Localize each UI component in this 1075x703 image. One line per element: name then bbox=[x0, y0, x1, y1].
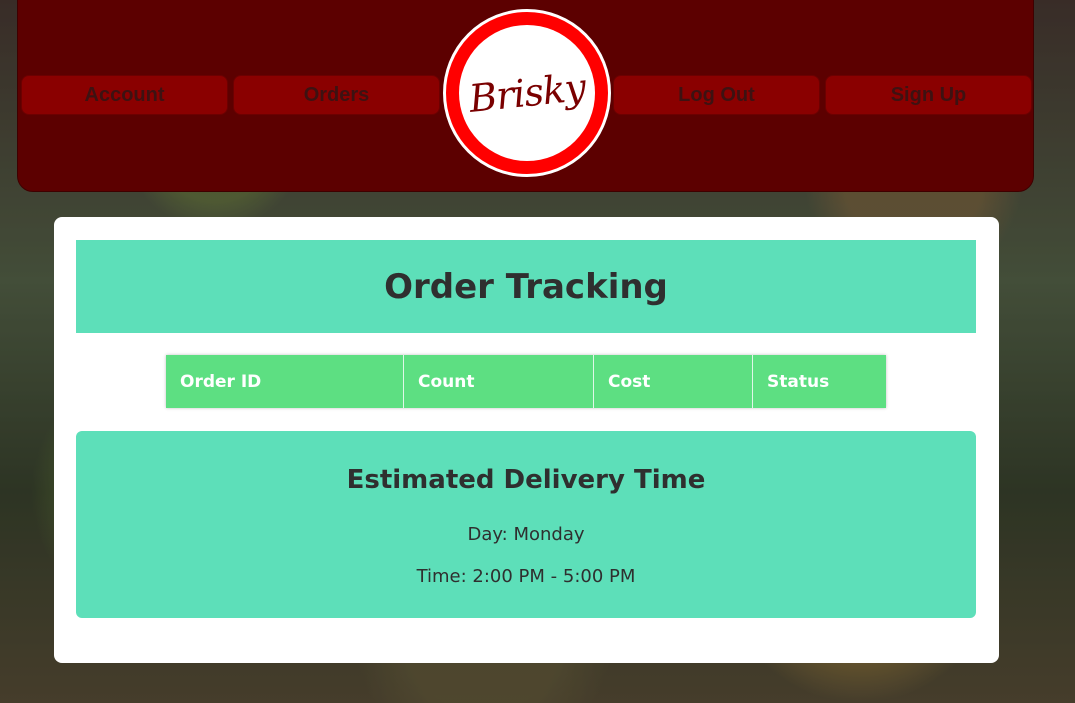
estimated-delivery-box: Estimated Delivery Time Day: Monday Time… bbox=[76, 431, 976, 618]
delivery-title: Estimated Delivery Time bbox=[346, 465, 706, 495]
page-title: Order Tracking bbox=[384, 266, 668, 307]
orders-table: Order ID Count Cost Status bbox=[166, 355, 886, 408]
brisky-logo[interactable]: Brisky bbox=[443, 9, 611, 177]
column-header-count: Count bbox=[403, 355, 594, 408]
column-header-status: Status bbox=[752, 355, 886, 408]
delivery-time: Time: 2:00 PM - 5:00 PM bbox=[416, 566, 636, 587]
logo-inner-circle: Brisky bbox=[459, 25, 595, 161]
log-out-button[interactable]: Log Out bbox=[613, 75, 820, 115]
logo-text: Brisky bbox=[466, 65, 588, 121]
account-button[interactable]: Account bbox=[21, 75, 228, 115]
column-header-cost: Cost bbox=[593, 355, 753, 408]
page-title-bar: Order Tracking bbox=[76, 240, 976, 333]
site-header: Account Orders Brisky Log Out Sign Up bbox=[17, 0, 1034, 192]
orders-table-container: Order ID Count Cost Status bbox=[166, 355, 886, 408]
order-tracking-panel: Order Tracking Order ID Count Cost Statu… bbox=[54, 217, 999, 663]
sign-up-button[interactable]: Sign Up bbox=[825, 75, 1032, 115]
orders-button[interactable]: Orders bbox=[233, 75, 440, 115]
delivery-day: Day: Monday bbox=[467, 524, 585, 545]
column-header-order-id: Order ID bbox=[166, 355, 404, 408]
table-header-row: Order ID Count Cost Status bbox=[166, 355, 886, 408]
